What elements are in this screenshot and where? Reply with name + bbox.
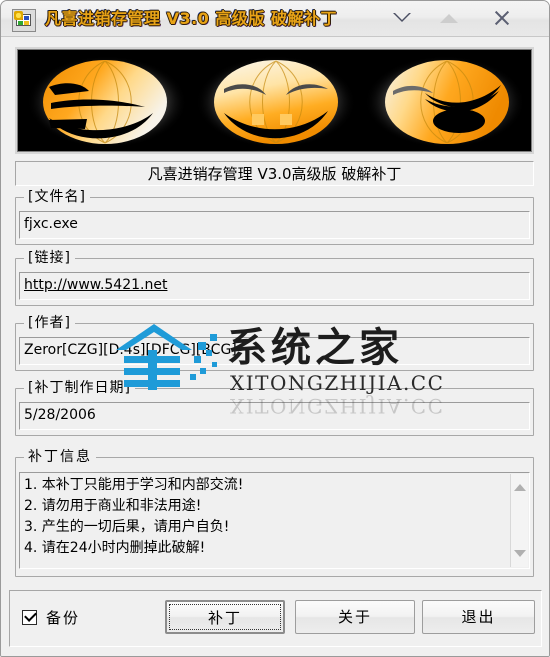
title-bar[interactable]: 凡喜进销存管理 V3.0 高级版 破解补丁: [1, 1, 549, 37]
filename-group: [文件名] fjxc.exe: [15, 188, 534, 245]
maximize-button[interactable]: [425, 1, 471, 35]
patch-info-group: 补丁信息 1. 本补丁只能用于学习和内部交流! 2. 请勿用于商业和非法用途! …: [15, 448, 534, 577]
patch-window: 凡喜进销存管理 V3.0 高级版 破解补丁 凡喜进销存管理 V3.0高级版 破解…: [0, 0, 550, 657]
about-button[interactable]: 关于: [295, 600, 415, 634]
backup-checkbox[interactable]: 备份: [22, 608, 122, 632]
scroll-up-icon[interactable]: [514, 484, 526, 491]
author-input[interactable]: Zeror[CZG][D.4s][DFCG][BCG]: [19, 337, 530, 365]
close-button[interactable]: [483, 1, 529, 35]
close-icon: [493, 9, 511, 27]
subtitle-panel: 凡喜进销存管理 V3.0高级版 破解补丁: [15, 161, 534, 186]
author-group: [作者] Zeror[CZG][D.4s][DFCG][BCG]: [15, 314, 534, 371]
minimize-icon: [393, 13, 411, 22]
patch-info-text: 1. 本补丁只能用于学习和内部交流! 2. 请勿用于商业和非法用途! 3. 产生…: [24, 477, 244, 556]
pumpkin-icon-right: [365, 56, 525, 148]
date-group-label: [补丁制作日期]: [24, 379, 135, 397]
scrollbar-thumb[interactable]: [512, 498, 527, 542]
window-title: 凡喜进销存管理 V3.0 高级版 破解补丁: [45, 9, 337, 28]
bottom-bar: 备份 补丁 关于 退出: [9, 590, 542, 647]
app-window-icon: [12, 9, 36, 32]
date-group: [补丁制作日期] 5/28/2006: [15, 379, 534, 436]
minimize-button[interactable]: [379, 1, 425, 35]
link-group-label: [链接]: [24, 249, 75, 267]
filename-input[interactable]: fjxc.exe: [19, 211, 530, 239]
patch-info-group-label: 补丁信息: [24, 448, 96, 466]
scroll-down-icon[interactable]: [514, 550, 526, 557]
patch-info-scrollbar[interactable]: [510, 474, 528, 567]
focus-ring: [169, 604, 281, 630]
date-input[interactable]: 5/28/2006: [19, 402, 530, 430]
client-area: 凡喜进销存管理 V3.0高级版 破解补丁 [文件名] fjxc.exe [链接]…: [1, 37, 549, 656]
halloween-banner: [15, 47, 534, 154]
filename-group-label: [文件名]: [24, 188, 90, 206]
patch-info-textarea[interactable]: 1. 本补丁只能用于学习和内部交流! 2. 请勿用于商业和非法用途! 3. 产生…: [19, 472, 530, 569]
backup-checkbox-label: 备份: [46, 609, 81, 627]
maximize-icon: [440, 14, 458, 23]
subtitle-text: 凡喜进销存管理 V3.0高级版 破解补丁: [147, 165, 402, 183]
patch-button[interactable]: 补丁: [165, 600, 285, 634]
link-input[interactable]: http://www.5421.net: [19, 272, 530, 300]
author-group-label: [作者]: [24, 314, 75, 332]
pumpkin-icon-left: [27, 56, 187, 148]
exit-button[interactable]: 退出: [422, 600, 535, 634]
pumpkin-icon-center: [196, 56, 356, 148]
link-group: [链接] http://www.5421.net: [15, 249, 534, 306]
